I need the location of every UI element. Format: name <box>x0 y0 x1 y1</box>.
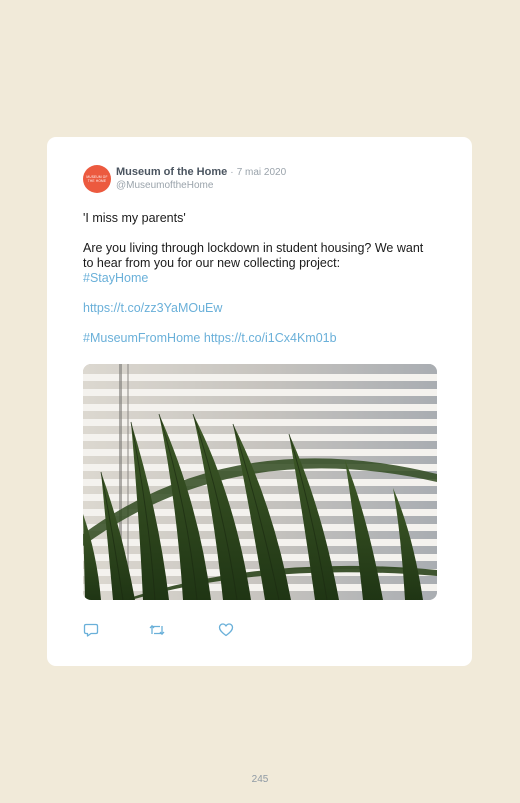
tweet-link-1[interactable]: https://t.co/zz3YaMOuEw <box>83 301 222 315</box>
retweet-icon[interactable] <box>149 622 165 638</box>
palm-leaves-blinds-image <box>83 364 437 600</box>
reply-icon[interactable] <box>83 622 99 638</box>
tweet-date[interactable]: 7 mai 2020 <box>237 167 286 178</box>
tweet-card: MUSEUM OF THE HOME Museum of the Home · … <box>47 137 472 666</box>
tweet-photo[interactable] <box>83 364 437 600</box>
tweet-body: Are you living through lockdown in stude… <box>83 241 424 270</box>
hashtag-museumfromhome[interactable]: #MuseumFromHome <box>83 331 200 345</box>
tweet-text: 'I miss my parents' Are you living throu… <box>83 211 433 346</box>
separator: · <box>230 167 234 178</box>
author-name[interactable]: Museum of the Home <box>116 166 227 178</box>
author-line: Museum of the Home · 7 mai 2020 <box>116 166 286 179</box>
heart-icon[interactable] <box>218 622 234 638</box>
avatar-text-line-2: THE HOME <box>87 179 107 183</box>
hashtag-stayhome[interactable]: #StayHome <box>83 271 148 285</box>
avatar[interactable]: MUSEUM OF THE HOME <box>83 165 111 193</box>
page-number: 245 <box>251 774 269 785</box>
tweet-link-2[interactable]: https://t.co/i1Cx4Km01b <box>204 331 337 345</box>
tweet-quote: 'I miss my parents' <box>83 211 186 225</box>
author-handle[interactable]: @MuseumoftheHome <box>116 180 213 192</box>
